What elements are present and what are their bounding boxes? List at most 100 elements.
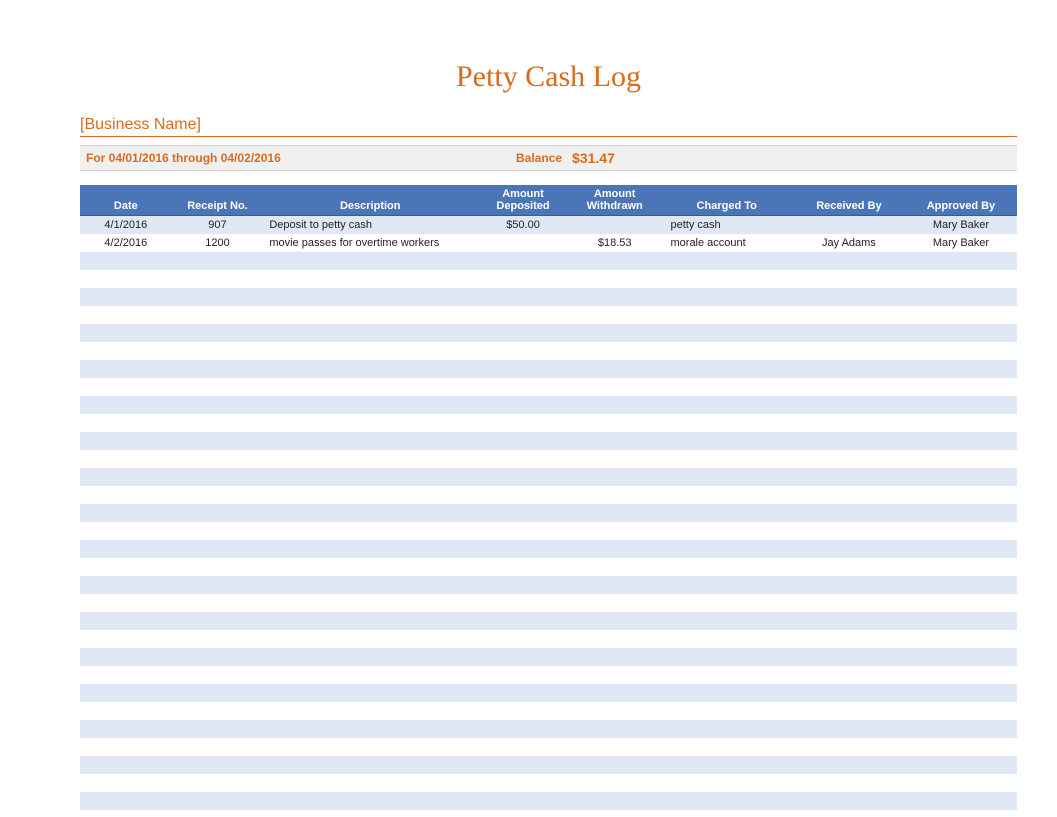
- table-row: [80, 774, 1017, 792]
- table-row: [80, 648, 1017, 666]
- cell-receipt: 907: [172, 216, 264, 234]
- cell-deposited: [477, 486, 569, 504]
- cell-withdrawn: [569, 432, 661, 450]
- cell-receipt: [172, 792, 264, 810]
- table-header-row: Date Receipt No. Description Amount Depo…: [80, 185, 1017, 216]
- table-row: [80, 396, 1017, 414]
- cell-receipt: [172, 594, 264, 612]
- cell-charged: [661, 594, 793, 612]
- cell-withdrawn: [569, 522, 661, 540]
- cell-description: [263, 774, 477, 792]
- cell-withdrawn: [569, 342, 661, 360]
- cell-description: [263, 666, 477, 684]
- cell-approved: Mary Baker: [905, 216, 1017, 234]
- cell-date: [80, 306, 172, 324]
- cell-description: [263, 720, 477, 738]
- cell-approved: [905, 576, 1017, 594]
- cell-receipt: [172, 504, 264, 522]
- cell-receipt: [172, 684, 264, 702]
- cell-received: [793, 630, 905, 648]
- cell-description: [263, 594, 477, 612]
- cell-approved: [905, 504, 1017, 522]
- cell-approved: [905, 324, 1017, 342]
- cell-charged: [661, 666, 793, 684]
- cell-approved: [905, 522, 1017, 540]
- cell-received: [793, 468, 905, 486]
- cell-charged: [661, 252, 793, 270]
- cell-charged: [661, 468, 793, 486]
- cell-approved: [905, 648, 1017, 666]
- cell-approved: Mary Baker: [905, 234, 1017, 252]
- cell-approved: [905, 792, 1017, 810]
- cell-date: [80, 252, 172, 270]
- cell-charged: [661, 774, 793, 792]
- cell-description: [263, 756, 477, 774]
- cell-charged: [661, 360, 793, 378]
- cell-received: [793, 738, 905, 756]
- cell-received: [793, 522, 905, 540]
- cell-charged: [661, 612, 793, 630]
- table-row: [80, 414, 1017, 432]
- cell-charged: [661, 702, 793, 720]
- cell-withdrawn: [569, 270, 661, 288]
- table-row: [80, 324, 1017, 342]
- cell-approved: [905, 360, 1017, 378]
- cell-approved: [905, 306, 1017, 324]
- cell-received: [793, 702, 905, 720]
- cell-deposited: [477, 378, 569, 396]
- cell-withdrawn: [569, 576, 661, 594]
- cell-description: [263, 612, 477, 630]
- cell-approved: [905, 756, 1017, 774]
- cell-approved: [905, 720, 1017, 738]
- cell-withdrawn: [569, 612, 661, 630]
- cell-deposited: [477, 702, 569, 720]
- cell-withdrawn: [569, 558, 661, 576]
- cell-withdrawn: [569, 216, 661, 234]
- cell-withdrawn: [569, 360, 661, 378]
- cell-approved: [905, 486, 1017, 504]
- cell-approved: [905, 450, 1017, 468]
- cell-received: [793, 648, 905, 666]
- cell-received: [793, 288, 905, 306]
- col-description: Description: [263, 185, 477, 216]
- cell-charged: [661, 450, 793, 468]
- table-row: [80, 306, 1017, 324]
- cell-description: [263, 342, 477, 360]
- cell-charged: [661, 504, 793, 522]
- col-approved: Approved By: [905, 185, 1017, 216]
- cell-date: [80, 486, 172, 504]
- cell-date: [80, 576, 172, 594]
- cell-received: [793, 594, 905, 612]
- cell-receipt: [172, 540, 264, 558]
- table-row: [80, 738, 1017, 756]
- cell-deposited: [477, 342, 569, 360]
- cell-received: [793, 342, 905, 360]
- cell-deposited: [477, 612, 569, 630]
- cell-deposited: [477, 756, 569, 774]
- col-receipt: Receipt No.: [172, 185, 264, 216]
- cell-withdrawn: [569, 792, 661, 810]
- table-row: [80, 666, 1017, 684]
- cell-deposited: [477, 720, 569, 738]
- cell-approved: [905, 270, 1017, 288]
- cell-deposited: [477, 576, 569, 594]
- cell-received: [793, 666, 905, 684]
- cell-charged: [661, 378, 793, 396]
- col-charged: Charged To: [661, 185, 793, 216]
- cell-description: [263, 468, 477, 486]
- cell-received: [793, 576, 905, 594]
- cell-receipt: [172, 360, 264, 378]
- cell-approved: [905, 702, 1017, 720]
- table-row: 4/2/20161200movie passes for overtime wo…: [80, 234, 1017, 252]
- cell-deposited: [477, 792, 569, 810]
- cell-receipt: [172, 774, 264, 792]
- balance-value: $31.47: [572, 150, 615, 166]
- cell-charged: [661, 576, 793, 594]
- cell-deposited: [477, 252, 569, 270]
- cell-charged: [661, 414, 793, 432]
- cell-charged: [661, 792, 793, 810]
- cell-description: [263, 360, 477, 378]
- cell-approved: [905, 630, 1017, 648]
- cell-withdrawn: [569, 666, 661, 684]
- cell-date: [80, 684, 172, 702]
